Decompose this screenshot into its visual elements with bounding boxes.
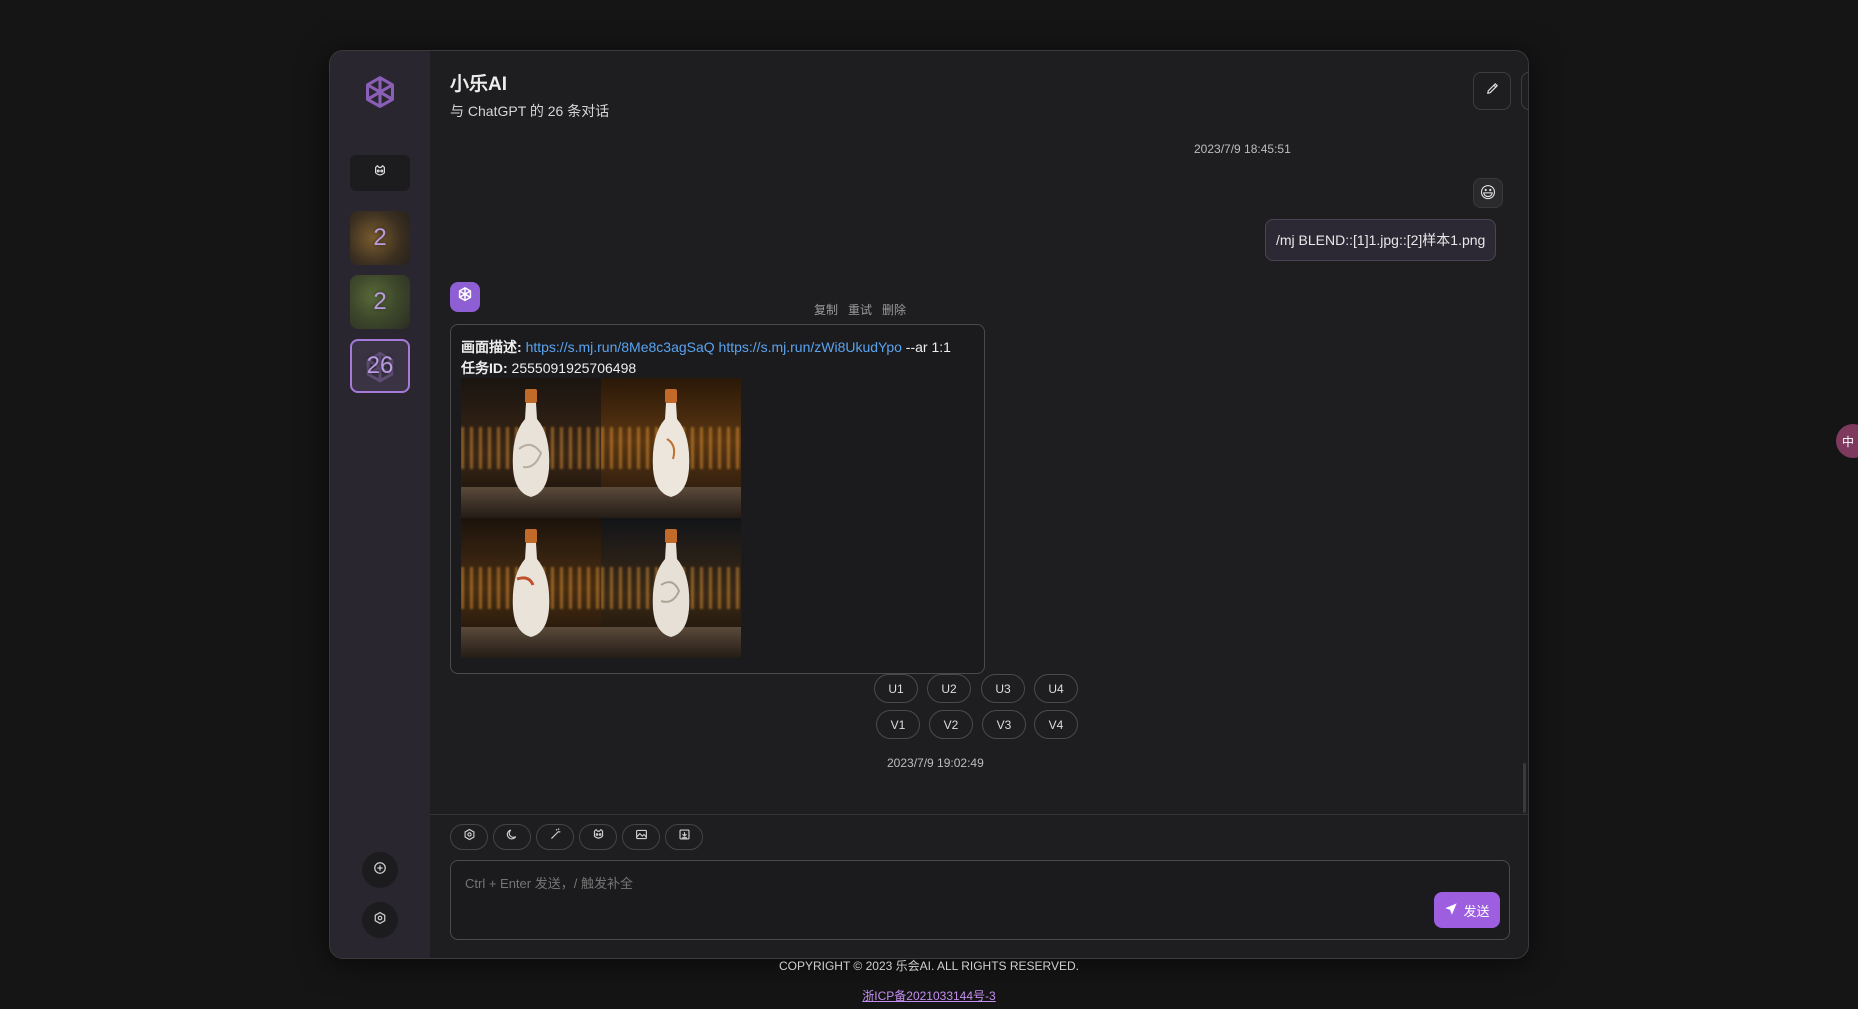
edit-icon <box>1485 81 1500 101</box>
session-item-3[interactable]: 26 <box>350 339 410 393</box>
mask-button[interactable] <box>350 155 410 191</box>
settings-button[interactable] <box>362 902 398 938</box>
upscale-button-3[interactable]: U3 <box>981 674 1025 703</box>
task-id-value: 2555091925706498 <box>507 360 637 376</box>
generated-image-2 <box>601 378 741 518</box>
upload-button[interactable] <box>665 824 703 850</box>
mask-icon <box>373 164 387 183</box>
session-item-1[interactable]: 2 <box>350 211 410 265</box>
chat-scrollbar[interactable] <box>1523 763 1526 813</box>
settings-icon <box>373 911 387 930</box>
footer-copyright: COPYRIGHT © 2023 乐会AI. ALL RIGHTS RESERV… <box>778 959 1080 973</box>
openai-logo-icon <box>357 71 403 117</box>
delete-button[interactable]: 删除 <box>882 301 906 318</box>
add-circle-icon <box>373 861 387 880</box>
aspect-ratio-param: --ar 1:1 <box>901 339 951 355</box>
new-chat-button[interactable] <box>362 852 398 888</box>
rename-button[interactable] <box>1473 72 1511 110</box>
send-button[interactable]: 发送 <box>1434 892 1500 928</box>
app-window: 2 2 26 小乐AI 与 ChatGPT 的 26 条对话 2023/7/9 … <box>329 50 1529 959</box>
chat-main: 小乐AI 与 ChatGPT 的 26 条对话 2023/7/9 18:45:5… <box>430 51 1528 958</box>
session-count: 26 <box>366 352 394 379</box>
reference-link-2[interactable]: https://s.mj.run/zWi8UkudYpo <box>719 339 902 355</box>
image-button[interactable] <box>622 824 660 850</box>
page-title: 小乐AI <box>450 74 508 95</box>
variation-button-1[interactable]: V1 <box>876 710 920 739</box>
image-description: 画面描述: https://s.mj.run/8Me8c3agSaQ https… <box>461 337 951 357</box>
generated-image-grid[interactable] <box>461 378 741 658</box>
generated-image-4 <box>601 518 741 658</box>
float-label: 中 <box>1842 434 1855 449</box>
task-id-label: 任务ID: <box>461 360 508 376</box>
generated-image-3 <box>461 518 601 658</box>
bot-message: 画面描述: https://s.mj.run/8Me8c3agSaQ https… <box>450 324 985 674</box>
upscale-button-1[interactable]: U1 <box>874 674 918 703</box>
retry-button[interactable]: 重试 <box>848 301 872 318</box>
variation-button-3[interactable]: V3 <box>982 710 1026 739</box>
upload-icon <box>678 828 691 846</box>
session-count: 2 <box>373 288 387 315</box>
sidebar: 2 2 26 <box>330 51 430 958</box>
chat-settings-button[interactable] <box>450 824 488 850</box>
user-avatar: 😃 <box>1473 178 1503 208</box>
mask-icon <box>592 828 605 846</box>
openai-logo-icon <box>455 285 475 310</box>
share-button[interactable] <box>1521 72 1528 110</box>
prompt-button[interactable] <box>536 824 574 850</box>
send-label: 发送 <box>1463 903 1490 919</box>
moon-icon <box>506 828 519 846</box>
user-message[interactable]: /mj BLEND::[1]1.jpg::[2]样本1.png <box>1265 219 1497 261</box>
reference-link-1[interactable]: https://s.mj.run/8Me8c3agSaQ <box>526 339 715 355</box>
magic-wand-icon <box>549 828 562 846</box>
floating-language-button[interactable]: 中 <box>1836 424 1858 458</box>
image-icon <box>635 828 648 846</box>
task-id-line: 任务ID: 2555091925706498 <box>461 358 636 378</box>
footer-icp-link[interactable]: 浙ICP备2021033144号-3 <box>0 987 1858 1004</box>
mask-tool-button[interactable] <box>579 824 617 850</box>
upscale-button-2[interactable]: U2 <box>927 674 971 703</box>
settings-icon <box>463 828 476 846</box>
message-timestamp: 2023/7/9 18:45:51 <box>1194 142 1291 156</box>
session-count: 2 <box>373 224 387 251</box>
theme-toggle-button[interactable] <box>493 824 531 850</box>
bot-avatar <box>450 282 480 312</box>
message-timestamp: 2023/7/9 19:02:49 <box>887 756 984 770</box>
variation-button-2[interactable]: V2 <box>929 710 973 739</box>
session-item-2[interactable]: 2 <box>350 275 410 329</box>
page-subtitle: 与 ChatGPT 的 26 条对话 <box>450 103 610 119</box>
variation-button-4[interactable]: V4 <box>1034 710 1078 739</box>
description-label: 画面描述: <box>461 339 522 355</box>
generated-image-1 <box>461 378 601 518</box>
send-icon <box>1444 902 1458 919</box>
copy-button[interactable]: 复制 <box>814 301 838 318</box>
composer-divider <box>430 814 1528 815</box>
upscale-button-4[interactable]: U4 <box>1034 674 1078 703</box>
chat-input[interactable] <box>450 860 1510 940</box>
